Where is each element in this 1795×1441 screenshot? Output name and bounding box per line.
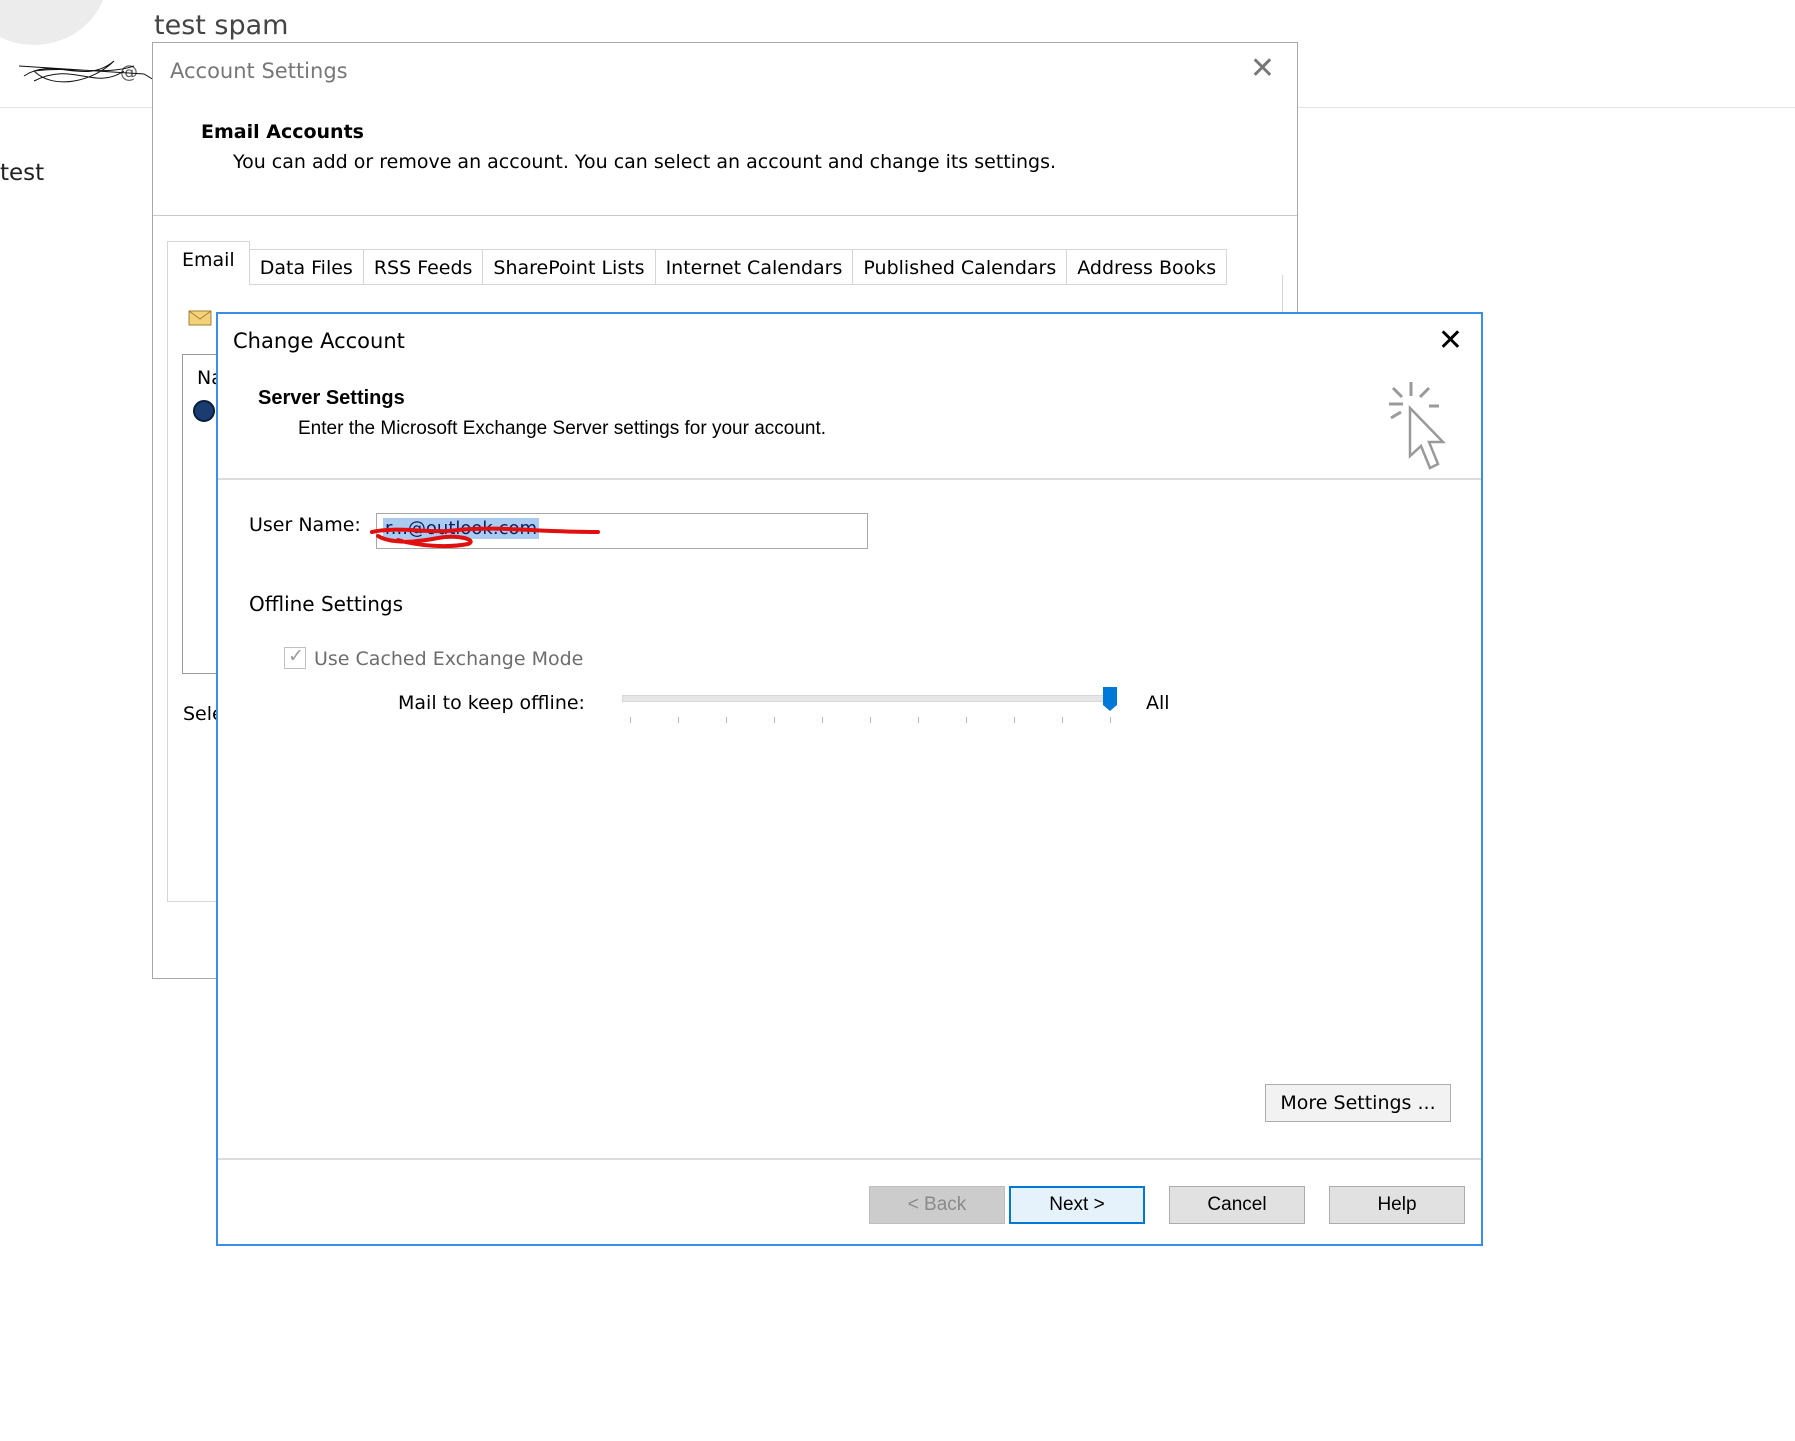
slider-tick xyxy=(870,717,871,723)
slider-tick xyxy=(1110,717,1111,723)
slider-tick xyxy=(1062,717,1063,723)
help-button[interactable]: Help xyxy=(1329,1186,1465,1224)
check-icon: ✓ xyxy=(288,645,304,667)
next-button[interactable]: Next > xyxy=(1009,1186,1145,1224)
cancel-button[interactable]: Cancel xyxy=(1169,1186,1305,1224)
section-description: Enter the Microsoft Exchange Server sett… xyxy=(298,418,827,439)
section-description: You can add or remove an account. You ca… xyxy=(233,151,1057,173)
email-subject: test spam xyxy=(154,10,289,41)
mail-offline-label: Mail to keep offline: xyxy=(398,692,585,714)
slider-tick xyxy=(774,717,775,723)
slider-tick xyxy=(678,717,679,723)
change-account-dialog: Change Account ✕ Server Settings Enter t… xyxy=(216,312,1483,1246)
footer-divider xyxy=(218,1158,1481,1160)
new-account-icon[interactable] xyxy=(187,305,213,327)
default-account-check-icon xyxy=(193,400,215,422)
mail-offline-slider-thumb[interactable] xyxy=(1102,686,1118,712)
offline-settings-heading: Offline Settings xyxy=(249,592,404,616)
slider-tick xyxy=(726,717,727,723)
more-settings-button[interactable]: More Settings ... xyxy=(1265,1084,1451,1122)
back-button[interactable]: < Back xyxy=(869,1186,1005,1224)
header-divider xyxy=(218,478,1481,480)
redaction-scribble xyxy=(370,526,600,549)
slider-tick xyxy=(1014,717,1015,723)
sender-avatar xyxy=(0,0,108,45)
header-divider xyxy=(153,215,1297,216)
section-heading: Email Accounts xyxy=(201,121,364,143)
slider-tick xyxy=(966,717,967,723)
cursor-sparkle-icon xyxy=(1389,382,1446,470)
dialog-title: Change Account xyxy=(233,329,405,353)
slider-tick xyxy=(918,717,919,723)
section-heading: Server Settings xyxy=(258,387,405,409)
user-name-label: User Name: xyxy=(249,514,361,536)
mail-offline-value: All xyxy=(1146,692,1170,714)
mail-offline-slider-track[interactable] xyxy=(622,695,1114,702)
slider-tick xyxy=(822,717,823,723)
close-icon[interactable]: ✕ xyxy=(1250,54,1275,84)
cached-mode-checkbox[interactable]: ✓ xyxy=(284,645,306,669)
close-icon[interactable]: ✕ xyxy=(1438,326,1463,356)
email-body: test xyxy=(0,160,45,186)
cached-mode-label: Use Cached Exchange Mode xyxy=(314,648,584,670)
dialog-title: Account Settings xyxy=(170,59,348,83)
slider-tick xyxy=(630,717,631,723)
